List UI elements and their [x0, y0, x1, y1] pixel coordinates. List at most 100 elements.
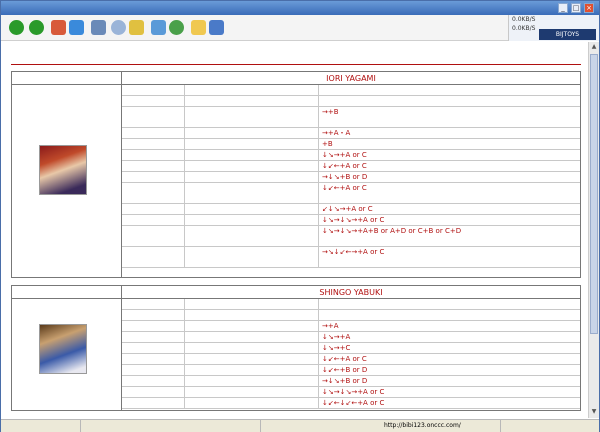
move-category	[122, 387, 185, 397]
maximize-button[interactable]: □	[571, 3, 581, 13]
move-row: →+B	[122, 107, 580, 128]
move-command: ↓↘→↓↘→+A or C	[322, 216, 385, 224]
move-category	[122, 215, 185, 225]
move-category	[122, 183, 185, 203]
scroll-down-icon[interactable]: ▼	[589, 407, 599, 417]
move-name	[185, 365, 319, 375]
move-command: ↓↘→+C	[322, 344, 351, 352]
move-name	[185, 139, 319, 149]
move-command: ↓↘→↓↘→+A or C	[322, 388, 385, 396]
move-category	[122, 398, 185, 408]
move-name	[185, 310, 319, 320]
move-row: ↓↙←+B or D	[122, 365, 580, 376]
move-command: →+A	[322, 322, 339, 330]
move-category	[122, 321, 185, 331]
move-row: →+A	[122, 321, 580, 332]
pointer-icon[interactable]	[191, 20, 206, 35]
move-name	[185, 150, 319, 160]
move-row: +B	[122, 139, 580, 150]
move-command: →↓↘+B or D	[322, 173, 368, 181]
move-category	[122, 96, 185, 106]
status-text	[1, 420, 81, 432]
back-icon[interactable]	[9, 20, 24, 35]
vertical-scrollbar[interactable]: ▲ ▼	[588, 42, 599, 418]
move-category	[122, 150, 185, 160]
net-speed-panel: 0.0KB/S 0.0KB/S BIJTOYS	[508, 15, 599, 41]
move-command: →↘↓↙←→+A or C	[322, 248, 385, 256]
favorites-icon[interactable]	[129, 20, 144, 35]
move-category	[122, 247, 185, 267]
move-row: ↓↘→+A	[122, 332, 580, 343]
move-category	[122, 128, 185, 138]
search-icon[interactable]	[111, 20, 126, 35]
page-content: IORI YAGAMI →+B →+A・A +B ↓↘→+A or C ↓↙←+A or…	[1, 42, 587, 418]
move-name	[185, 128, 319, 138]
move-command: →↓↘+B or D	[322, 377, 368, 385]
move-command: ↓↙←↓↙←+A or C	[322, 399, 385, 407]
move-command	[319, 310, 580, 320]
move-category	[122, 107, 185, 127]
move-category	[122, 139, 185, 149]
move-row: ↓↘→↓↘→+A+B or A+D or C+B or C+D	[122, 226, 580, 247]
brand-logo: BIJTOYS	[539, 29, 596, 40]
move-name	[185, 332, 319, 342]
move-command: →+A・A	[322, 129, 351, 137]
move-category	[122, 299, 185, 309]
move-row	[122, 96, 580, 107]
move-row: ↓↙←+A or C	[122, 161, 580, 172]
close-button[interactable]: ×	[584, 3, 594, 13]
minimize-button[interactable]: _	[558, 3, 568, 13]
move-command: ↓↙←+A or C	[322, 162, 367, 170]
book-icon[interactable]	[209, 20, 224, 35]
move-category	[122, 332, 185, 342]
history-icon[interactable]	[169, 20, 184, 35]
move-name	[185, 226, 319, 246]
move-row: ↓↘→+A or C	[122, 150, 580, 161]
app-window: _ □ × 0.0KB/S 0.0KB/S BIJTOYS IORI YAGAM…	[0, 0, 600, 432]
move-name	[185, 354, 319, 364]
toolbar: 0.0KB/S 0.0KB/S BIJTOYS	[1, 15, 599, 41]
move-row: ↓↙←↓↙←+A or C	[122, 398, 580, 409]
character-name-cn	[12, 72, 122, 85]
move-command: +B	[322, 140, 333, 148]
forward-icon[interactable]	[29, 20, 44, 35]
move-command	[319, 299, 580, 309]
scroll-up-icon[interactable]: ▲	[589, 42, 599, 52]
stop-icon[interactable]	[51, 20, 66, 35]
move-name	[185, 215, 319, 225]
move-name	[185, 398, 319, 408]
move-row: →+A・A	[122, 128, 580, 139]
heading-divider	[11, 64, 581, 65]
move-name	[185, 247, 319, 267]
move-row: →↓↘+B or D	[122, 172, 580, 183]
move-command: ↓↙←+A or C	[322, 355, 367, 363]
move-category	[122, 85, 185, 95]
move-row	[122, 310, 580, 321]
panel-icon[interactable]	[91, 20, 106, 35]
character-portrait	[39, 145, 87, 195]
move-name	[185, 161, 319, 171]
move-row: ↓↘→↓↘→+A or C	[122, 215, 580, 226]
move-name	[185, 387, 319, 397]
character-portrait	[39, 324, 87, 374]
move-row: ↓↘→+C	[122, 343, 580, 354]
move-command: ↓↘→+A	[322, 333, 351, 341]
move-command	[319, 96, 580, 106]
move-row	[122, 299, 580, 310]
character-name-en: IORI YAGAMI	[122, 72, 580, 85]
move-category	[122, 354, 185, 364]
refresh-icon[interactable]	[69, 20, 84, 35]
move-name	[185, 343, 319, 353]
portrait-cell	[12, 85, 122, 277]
move-name	[185, 172, 319, 182]
image-icon[interactable]	[151, 20, 166, 35]
move-category	[122, 204, 185, 214]
move-row: ↓↘→↓↘→+A or C	[122, 387, 580, 398]
move-row: ↓↙←+A or C	[122, 183, 580, 204]
move-name	[185, 204, 319, 214]
status-bar: http://bibi123.onccc.com/	[1, 419, 599, 432]
character-name-cn	[12, 286, 122, 299]
scroll-thumb[interactable]	[590, 54, 598, 334]
move-category	[122, 226, 185, 246]
character-name-en: SHINGO YABUKI	[122, 286, 580, 299]
